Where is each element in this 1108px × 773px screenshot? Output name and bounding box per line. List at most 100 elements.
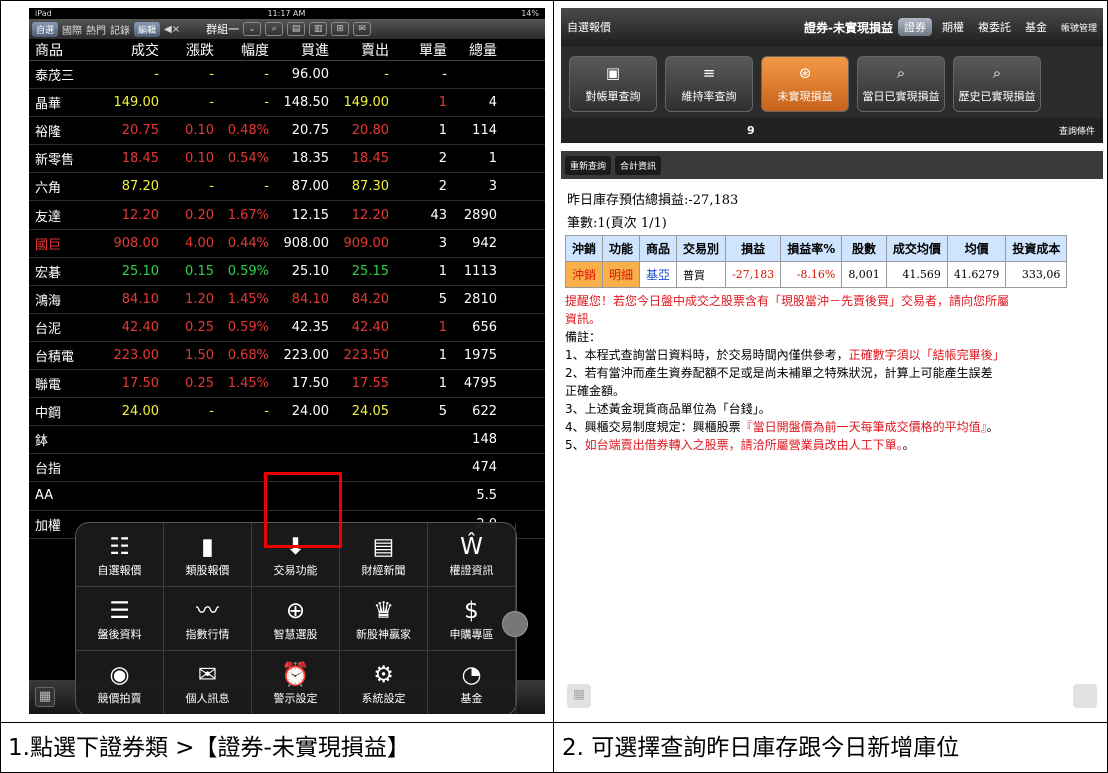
col-header[interactable]: 買進 — [269, 40, 329, 60]
list-view-icon[interactable]: ▤ — [287, 22, 306, 36]
tab-international[interactable]: 國際 — [62, 22, 82, 37]
menu-item-afterhours[interactable]: ☰ 盤後資料 — [76, 587, 164, 651]
table-row[interactable]: 鉢 148 — [29, 426, 545, 455]
table-row[interactable]: 宏碁 25.10 0.15 0.59% 25.10 25.15 1 1113 — [29, 258, 545, 286]
grid-menu-icon[interactable]: ▦ — [567, 684, 591, 708]
group-selector[interactable]: 群組一 — [206, 21, 239, 37]
quote-cell: - — [154, 67, 159, 83]
menu-item-settings[interactable]: ⚙ 系統設定 — [340, 651, 428, 714]
mail-icon[interactable]: ✉ — [353, 22, 372, 36]
chevron-down-icon[interactable]: ⌄ — [243, 22, 262, 36]
tab-funds[interactable]: 基金 — [1025, 19, 1047, 35]
col-header[interactable]: 成交 — [94, 40, 159, 60]
edit-button[interactable]: 編輯 — [134, 21, 161, 37]
col-header[interactable]: 投資成本 — [1005, 235, 1068, 262]
quote-cell: 909.00 — [343, 235, 390, 251]
table-row[interactable]: 聯電 17.50 0.25 1.45% 17.50 17.55 1 4795 — [29, 370, 545, 399]
stock-name: 鴻海 — [35, 293, 62, 309]
table-row[interactable]: 鴻海 84.10 1.20 1.45% 84.10 84.20 5 2810 — [29, 286, 545, 314]
col-header[interactable]: 幅度 — [214, 40, 269, 60]
menu-item-warrant[interactable]: Ŵ 權證資訊 — [428, 523, 516, 587]
col-header[interactable]: 交易別 — [676, 235, 727, 262]
table-row[interactable]: 新零售 18.45 0.10 0.54% 18.35 18.45 2 1 — [29, 145, 545, 174]
query-condition-button[interactable]: 查詢條件 — [1059, 124, 1095, 137]
page-row: 9 查詢條件 — [561, 118, 1103, 143]
search-icon[interactable]: ⌕ — [265, 22, 284, 36]
menu-item-label: 基金 — [460, 691, 483, 705]
col-header[interactable]: 總量 — [447, 40, 497, 60]
detail-button[interactable]: 明細 — [602, 261, 641, 288]
quote-cell: 18.35 — [291, 151, 329, 167]
col-header[interactable]: 損益 — [725, 235, 782, 262]
cell: -27,183 — [725, 261, 782, 288]
unrealized-pnl-button[interactable]: ⊛ 未實現損益 — [761, 56, 849, 112]
table-row[interactable]: 台積電 223.00 1.50 0.68% 223.00 223.50 1 1975 — [29, 342, 545, 371]
table-row[interactable]: 晶華 149.00- -148.50 149.00 1 4 — [29, 89, 545, 118]
table-row[interactable]: 六角 87.20 - - 87.00 87.30 2 3 — [29, 173, 545, 202]
quote-cell: 0.59% — [227, 263, 269, 279]
assistive-touch-button[interactable] — [502, 611, 528, 637]
stock-name: 宏碁 — [35, 265, 62, 281]
menu-item-auction[interactable]: ◉ 競價拍賣 — [76, 651, 164, 714]
tab-popular[interactable]: 熱門 — [86, 22, 106, 37]
menu-item-smart-pick[interactable]: ⊕ 智慧選股 — [252, 587, 340, 651]
statement-button[interactable]: ▣ 對帳單查詢 — [569, 56, 657, 112]
account-button[interactable]: 帳號管理 — [1061, 21, 1097, 34]
col-header[interactable]: 商品 — [639, 235, 678, 262]
menu-item-fund[interactable]: ◔ 基金 — [428, 651, 516, 714]
col-header[interactable]: 漲跌 — [159, 40, 214, 60]
menu-item-watchlist[interactable]: ☷ 自選報價 — [76, 523, 164, 587]
col-header[interactable]: 沖銷 — [564, 235, 604, 262]
tab-watchlist[interactable]: 自選 — [32, 21, 59, 37]
col-header[interactable]: 功能 — [602, 235, 641, 262]
stock-name: 裕隆 — [35, 125, 62, 141]
window-icon[interactable] — [1073, 684, 1097, 708]
col-header[interactable]: 損益率% — [780, 235, 843, 262]
col-header[interactable]: 成交均價 — [885, 235, 948, 262]
grid-view-icon[interactable]: ▥ — [309, 22, 328, 36]
menu-item-news[interactable]: ▤ 財經新聞 — [340, 523, 428, 587]
margin-ratio-button[interactable]: ≡ 維持率查詢 — [665, 56, 753, 112]
quote-cell: 1 — [488, 151, 497, 167]
auction-icon: ◉ — [109, 661, 130, 688]
quote-cell: 223.00 — [283, 347, 330, 363]
offset-button[interactable]: 沖銷 — [564, 261, 604, 288]
menu-item-alert[interactable]: ⏰ 警示設定 — [252, 651, 340, 714]
menu-item-ipo-winner[interactable]: ♛ 新股神贏家 — [340, 587, 428, 651]
product-link[interactable]: 基亞 — [639, 261, 678, 288]
requery-button[interactable]: 重新查詢 — [565, 155, 612, 175]
back-button[interactable]: 自選報價 — [567, 19, 611, 35]
news-icon: ▤ — [372, 533, 395, 560]
today-realized-button[interactable]: ⌕ 當日已實現損益 — [857, 56, 945, 112]
mute-icon[interactable]: ◀× — [164, 24, 180, 35]
table-row[interactable]: 泰茂三 - - - 96.00 - - — [29, 61, 545, 90]
total-info-button[interactable]: 合計資訊 — [615, 155, 662, 175]
device-label: iPad — [35, 9, 52, 18]
grid-menu-icon[interactable]: ▦ — [35, 687, 55, 707]
quote-cell: 24.00 — [121, 404, 159, 420]
table-row[interactable]: 友達 12.20 0.20 1.67% 12.15 12.20 43 2890 — [29, 201, 545, 230]
table-row[interactable]: 台泥 42.40 0.25 0.59% 42.35 42.40 1 656 — [29, 314, 545, 342]
table-row[interactable]: 中鋼 24.00 - - 24.00 24.05 5 622 — [29, 398, 545, 427]
col-header[interactable]: 賣出 — [329, 40, 389, 60]
stock-name: 國巨 — [35, 237, 62, 253]
tab-subbrokerage[interactable]: 複委託 — [978, 19, 1011, 35]
tab-securities[interactable]: 證券 — [897, 18, 932, 36]
tab-record[interactable]: 記錄 — [110, 22, 130, 37]
quote-cell: 3 — [438, 235, 447, 251]
quote-cell: 42.40 — [351, 319, 389, 335]
history-realized-button[interactable]: ⌕ 歷史已實現損益 — [953, 56, 1041, 112]
layout-icon[interactable]: ⊞ — [331, 22, 350, 36]
menu-item-message[interactable]: ✉ 個人訊息 — [164, 651, 252, 714]
menu-item-index[interactable]: 〰指數行情 — [164, 587, 252, 651]
col-header[interactable]: 單量 — [389, 40, 447, 60]
stock-name: 六角 — [35, 181, 62, 197]
table-row[interactable]: 裕隆 20.75 0.10 0.48% 20.75 20.80 1 114 — [29, 117, 545, 146]
menu-item-sector[interactable]: ▮ 類股報價 — [164, 523, 252, 587]
tab-options[interactable]: 期權 — [942, 19, 964, 35]
col-header[interactable]: 股數 — [841, 235, 887, 262]
quote-cell: - — [384, 67, 389, 83]
col-header[interactable]: 商品 — [29, 40, 94, 60]
col-header[interactable]: 均價 — [946, 235, 1007, 262]
table-row[interactable]: 國巨 908.00 4.00 0.44% 908.00 909.00 3 942 — [29, 230, 545, 258]
